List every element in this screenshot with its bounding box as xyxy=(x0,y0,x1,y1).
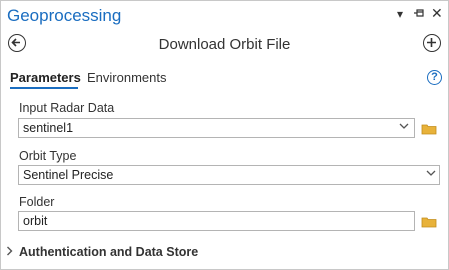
add-button[interactable] xyxy=(423,34,441,52)
input-radar-value: sentinel1 xyxy=(23,121,74,135)
chevron-down-icon[interactable]: ▾ xyxy=(397,7,403,21)
chevron-down-icon[interactable] xyxy=(426,169,436,180)
chevron-right-icon[interactable] xyxy=(6,246,13,259)
folder-field[interactable]: orbit xyxy=(18,211,415,231)
folder-label: Folder xyxy=(19,195,55,209)
tab-environments[interactable]: Environments xyxy=(87,70,166,85)
pane-title: Geoprocessing xyxy=(7,6,122,25)
help-icon[interactable]: ? xyxy=(427,70,442,85)
orbit-type-value: Sentinel Precise xyxy=(23,168,114,182)
tool-title: Download Orbit File xyxy=(158,36,291,53)
close-icon[interactable]: ✕ xyxy=(431,5,443,22)
tab-parameters[interactable]: Parameters xyxy=(10,70,81,85)
pin-icon[interactable] xyxy=(413,7,425,21)
active-tab-indicator xyxy=(10,87,78,89)
auth-section-header[interactable]: Authentication and Data Store xyxy=(19,245,198,259)
folder-value: orbit xyxy=(23,214,48,228)
chevron-down-icon[interactable] xyxy=(399,122,409,133)
orbit-type-select[interactable]: Sentinel Precise xyxy=(18,165,440,185)
plus-icon xyxy=(427,38,436,47)
folder-icon[interactable] xyxy=(421,122,437,135)
orbit-type-label: Orbit Type xyxy=(19,149,77,163)
folder-icon[interactable] xyxy=(421,215,437,228)
input-radar-label: Input Radar Data xyxy=(19,101,115,115)
input-radar-field[interactable]: sentinel1 xyxy=(18,118,415,138)
